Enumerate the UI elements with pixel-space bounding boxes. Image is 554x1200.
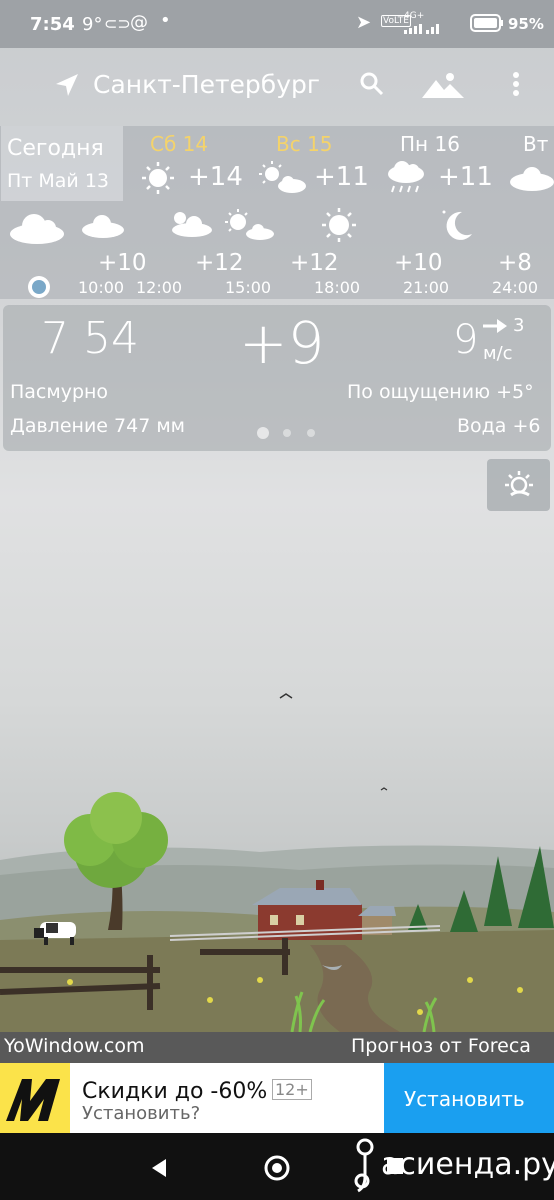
dot-icon: • (160, 10, 171, 31)
current-weather-card[interactable]: 7 54 +9 9 3 м/с Пасмурно По ощущению +5°… (3, 305, 551, 451)
hour-temp: +10 (394, 250, 443, 276)
battery-icon (470, 14, 503, 32)
hour-time: 12:00 (136, 278, 183, 297)
ad-title: Скидки до -60% (82, 1079, 268, 1104)
cloud-icon (10, 214, 64, 244)
search-icon[interactable] (358, 70, 386, 98)
today-tab[interactable]: Сегодня Пт Май 13 (1, 126, 123, 201)
current-time-marker-icon (28, 276, 50, 298)
day-name: Сб 14 (150, 132, 209, 156)
hour-temp: +8 (498, 250, 532, 276)
wind-unit: м/с (483, 343, 513, 364)
wind-gust: 3 (513, 315, 525, 336)
battery-percent: 95% (508, 15, 544, 33)
today-label: Сегодня (7, 136, 104, 161)
wind-speed: 9 (453, 317, 479, 363)
bird-icon (380, 787, 388, 791)
day-item[interactable]: Вс 15 (276, 132, 333, 156)
hour-time: 10:00 (78, 278, 125, 297)
condition-text: Пасмурно (10, 381, 109, 403)
ad-logo (0, 1063, 70, 1133)
install-button[interactable]: Установить (384, 1063, 554, 1133)
brand-link[interactable]: YoWindow.com (4, 1035, 145, 1057)
sun-icon (322, 208, 356, 242)
status-bar: 7:54 9° ⊂⊃ @ • ➤ VoLTE 4G+ 95% (0, 0, 554, 48)
network-type: 4G+ (404, 11, 425, 21)
day-item[interactable]: Вт (523, 132, 548, 156)
hour-time: 18:00 (314, 278, 361, 297)
status-time: 7:54 (30, 14, 75, 35)
day-temp: +11 (438, 162, 493, 192)
more-menu-icon[interactable] (510, 70, 522, 100)
signal-icon (404, 24, 439, 34)
hour-time: 24:00 (492, 278, 539, 297)
sun-icon (142, 162, 174, 194)
ad-banner[interactable]: Скидки до -60% 12+ Установить? Установит… (0, 1063, 554, 1133)
sun-cloud-icon (505, 471, 533, 497)
day-item[interactable]: Сб 14 (150, 132, 208, 156)
sun-cloud-icon (259, 161, 306, 193)
bird-icon (279, 693, 293, 699)
today-date: Пт Май 13 (7, 170, 109, 192)
landscape-scene (0, 693, 554, 1032)
watermark-text: асиенда.ру (381, 1147, 554, 1182)
sun-cloud-icon (225, 209, 274, 240)
app-header: Санкт-Петербург (0, 48, 554, 128)
landscape-icon[interactable] (422, 70, 464, 100)
day-item[interactable]: Пн 16 (400, 132, 460, 156)
at-icon: @ (130, 12, 148, 33)
day-name: Вс 15 (276, 132, 333, 156)
day-temp: +11 (314, 162, 369, 192)
hour-temp: +12 (195, 250, 244, 276)
hour-temp: +10 (98, 250, 147, 276)
wind-direction-arrow-icon (483, 319, 507, 333)
yandex-market-logo-icon (6, 1079, 60, 1121)
status-temp: 9° (82, 14, 103, 35)
location-icon[interactable] (54, 72, 80, 98)
cloud-icon (510, 167, 554, 191)
install-label: Установить (404, 1087, 525, 1111)
day-name: Пн 16 (400, 132, 460, 156)
rain-cloud-icon (388, 161, 424, 193)
feels-like: По ощущению +5° (347, 381, 534, 403)
day-name: Вт (523, 132, 549, 156)
back-icon[interactable] (148, 1157, 170, 1179)
attribution-bar: YoWindow.com Прогноз от Foreca (0, 1032, 554, 1063)
city-name[interactable]: Санкт-Петербург (93, 70, 320, 99)
sun-cloud-icon (172, 212, 212, 237)
ad-subtitle: Установить? (82, 1103, 201, 1124)
hour-time: 21:00 (403, 278, 450, 297)
water-temp: Вода +6 (457, 415, 541, 437)
watermark-logo-icon (354, 1138, 374, 1193)
current-time: 7 54 (41, 313, 139, 364)
age-rating-badge: 12+ (272, 1079, 312, 1100)
system-nav-bar: асиенда.ру (0, 1133, 554, 1200)
forecast-provider[interactable]: Прогноз от Foreca (351, 1035, 531, 1057)
day-temp: +14 (188, 162, 243, 192)
hour-temp: +12 (290, 250, 339, 276)
link-icon: ⊂⊃ (104, 14, 131, 33)
page-indicator[interactable] (255, 425, 325, 441)
cloud-icon (82, 215, 124, 238)
pressure: Давление 747 мм (10, 415, 185, 437)
moon-icon (442, 210, 472, 240)
location-arrow-icon: ➤ (356, 12, 372, 33)
current-temp: +9 (239, 309, 325, 377)
home-icon[interactable] (262, 1153, 292, 1183)
hour-time: 15:00 (225, 278, 272, 297)
weather-effects-button[interactable] (487, 459, 550, 511)
